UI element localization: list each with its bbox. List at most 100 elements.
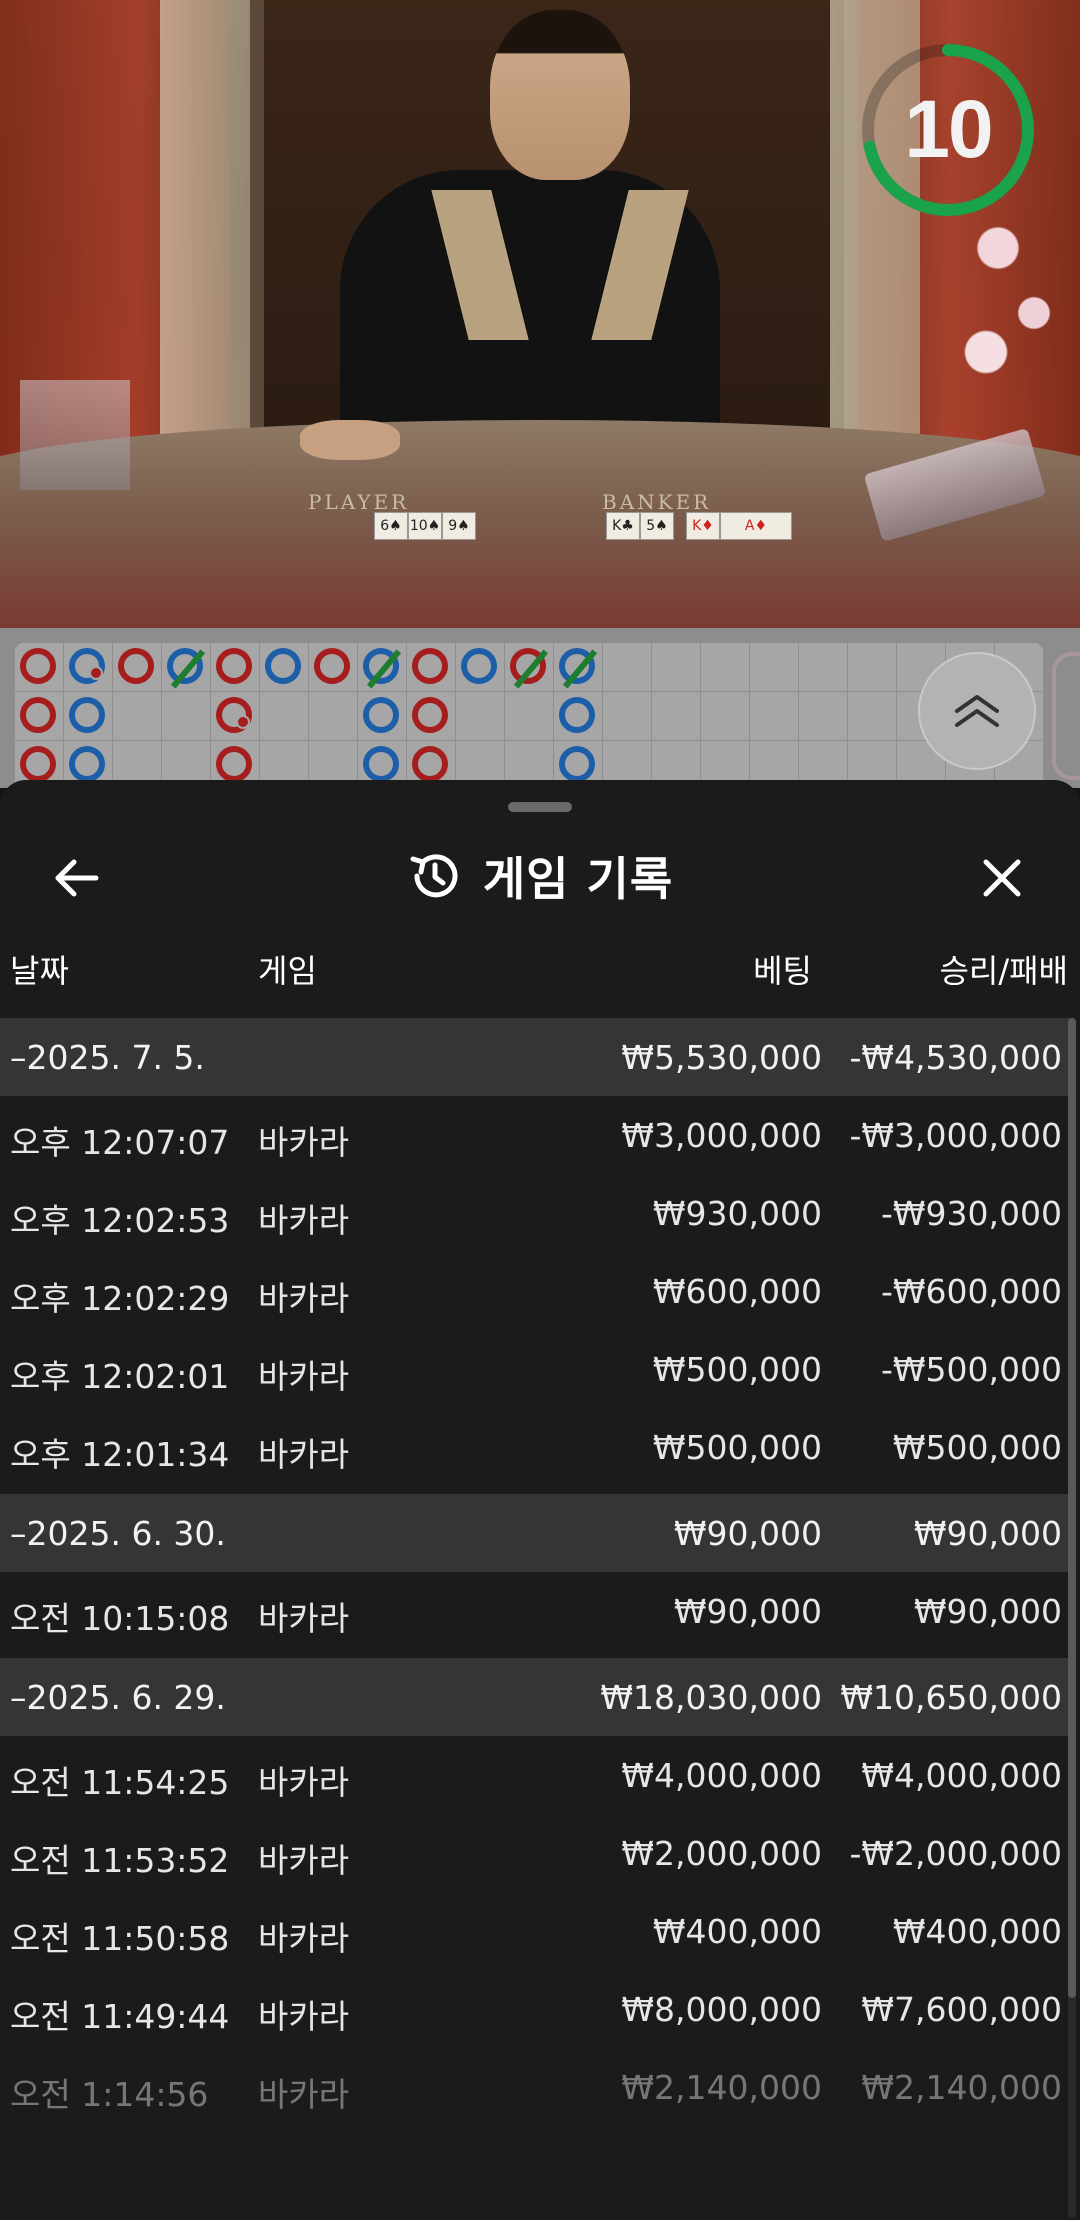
banker-bead [216, 697, 252, 733]
row-result: ₩500,000 [892, 1428, 1062, 1467]
sheet-drag-handle[interactable] [508, 802, 572, 812]
banker-card: K♣ [606, 512, 640, 540]
expand-roadmap-button[interactable] [918, 652, 1036, 770]
banker-bead [216, 746, 252, 782]
banker-card: K♦ [686, 512, 720, 540]
player-bead [559, 648, 598, 689]
row-game: 바카라 [258, 1763, 350, 1802]
row-result: -₩4,530,000 [849, 1038, 1063, 1077]
row-bet: ₩18,030,000 [600, 1678, 822, 1717]
scrollbar-thumb[interactable] [1068, 1018, 1076, 1998]
banker-bead [412, 697, 448, 733]
date-group-row[interactable]: –2025. 6. 30. ₩90,000 ₩90,000 [0, 1494, 1072, 1572]
bead-grid [14, 642, 1044, 792]
row-date: 오후 12:02:29 [10, 1279, 230, 1318]
row-bet: ₩90,000 [673, 1592, 822, 1631]
player-bead [363, 697, 399, 733]
row-spacer [0, 1650, 1072, 1658]
row-bet: ₩90,000 [673, 1514, 822, 1553]
table-row[interactable]: 오전 10:15:08 바카라 ₩90,000 ₩90,000 [0, 1572, 1072, 1650]
banker-bead [20, 648, 56, 684]
row-result: ₩2,140,000 [861, 2068, 1062, 2107]
table-row[interactable]: 오전 1:14:56 바카라 ₩2,140,000 ₩2,140,000 [0, 2048, 1072, 2126]
row-date: 오전 11:50:58 [10, 1919, 230, 1958]
row-game: 바카라 [258, 1357, 350, 1396]
row-game: 바카라 [258, 2075, 350, 2114]
row-result: ₩400,000 [892, 1912, 1062, 1951]
row-bet: ₩400,000 [652, 1912, 822, 1951]
player-bead [167, 648, 206, 689]
row-result: -₩500,000 [880, 1350, 1062, 1389]
row-date: 오전 10:15:08 [10, 1599, 230, 1638]
date-group-row[interactable]: –2025. 7. 5. ₩5,530,000 -₩4,530,000 [0, 1018, 1072, 1096]
column-header-game: 게임 [258, 952, 317, 990]
player-card: 6♠ [374, 512, 408, 540]
close-icon [983, 859, 1021, 897]
row-result: -₩2,000,000 [849, 1834, 1063, 1873]
row-date: 오전 11:49:44 [10, 1997, 230, 2036]
banker-label: BANKER [602, 490, 712, 514]
tie-slash [170, 649, 206, 689]
sheet-header: 게임 기록 [0, 820, 1080, 930]
row-bet: ₩2,000,000 [621, 1834, 822, 1873]
row-date: 오후 12:02:01 [10, 1357, 230, 1396]
table-row[interactable]: 오후 12:02:29 바카라 ₩600,000 -₩600,000 [0, 1252, 1072, 1330]
row-bet: ₩4,000,000 [621, 1756, 822, 1795]
row-date: 오후 12:01:34 [10, 1435, 230, 1474]
column-header-bet: 베팅 [753, 952, 812, 990]
table-row[interactable]: 오후 12:02:53 바카라 ₩930,000 -₩930,000 [0, 1174, 1072, 1252]
discard-tray [20, 380, 130, 490]
table-row[interactable]: 오전 11:49:44 바카라 ₩8,000,000 ₩7,600,000 [0, 1970, 1072, 2048]
player-bead [69, 697, 105, 733]
row-date: 오전 11:53:52 [10, 1841, 230, 1880]
table-row[interactable]: 오전 11:50:58 바카라 ₩400,000 ₩400,000 [0, 1892, 1072, 1970]
table-row[interactable]: 오전 11:54:25 바카라 ₩4,000,000 ₩4,000,000 [0, 1736, 1072, 1814]
sheet-title: 게임 기록 [482, 852, 674, 906]
table-row[interactable]: 오후 12:07:07 바카라 ₩3,000,000 -₩3,000,000 [0, 1096, 1072, 1174]
row-game: 바카라 [258, 1279, 350, 1318]
player-label: PLAYER [308, 490, 410, 514]
row-result: ₩4,000,000 [861, 1756, 1062, 1795]
table-row[interactable]: 오후 12:01:34 바카라 ₩500,000 ₩500,000 [0, 1408, 1072, 1486]
banker-bead [412, 746, 448, 782]
countdown-timer: 10 [858, 40, 1038, 220]
row-game: 바카라 [258, 1919, 350, 1958]
row-game: 바카라 [258, 1997, 350, 2036]
table-header: 날짜 게임 베팅 승리/패배 [0, 940, 1080, 998]
pillar-left [160, 0, 250, 450]
column-header-date: 날짜 [10, 952, 69, 990]
row-game: 바카라 [258, 1435, 350, 1474]
player-bead [69, 648, 105, 684]
banker-bead [20, 697, 56, 733]
player-card: 9♠ [442, 512, 476, 540]
table-row[interactable]: 오후 12:02:01 바카라 ₩500,000 -₩500,000 [0, 1330, 1072, 1408]
banker-card: 5♠ [640, 512, 674, 540]
double-chevron-up-icon [955, 695, 999, 727]
date-group-row[interactable]: –2025. 6. 29. ₩18,030,000 ₩10,650,000 [0, 1658, 1072, 1736]
row-spacer [0, 1486, 1072, 1494]
banker-bead [20, 746, 56, 782]
banker-bead [510, 648, 549, 689]
row-result: ₩90,000 [913, 1592, 1062, 1631]
tie-slash [513, 649, 549, 689]
row-bet: ₩600,000 [652, 1272, 822, 1311]
row-game: 바카라 [258, 1841, 350, 1880]
row-result: ₩10,650,000 [840, 1678, 1062, 1717]
dealer-head [490, 10, 630, 180]
close-button[interactable] [972, 848, 1032, 908]
pair-dot [236, 715, 250, 729]
row-bet: ₩500,000 [652, 1428, 822, 1467]
timer-value: 10 [904, 84, 993, 175]
row-bet: ₩2,140,000 [621, 2068, 822, 2107]
row-date: 오전 11:54:25 [10, 1763, 230, 1802]
table-row[interactable]: 오전 11:53:52 바카라 ₩2,000,000 -₩2,000,000 [0, 1814, 1072, 1892]
side-roadmap-edge [1052, 652, 1080, 780]
banker-bead [412, 648, 448, 684]
tie-slash [562, 649, 598, 689]
player-card: 10♠ [408, 512, 442, 540]
scrollbar[interactable] [1068, 1018, 1076, 2218]
row-game: 바카라 [258, 1201, 350, 1240]
banker-bead [314, 648, 350, 684]
row-date: –2025. 6. 29. [10, 1678, 226, 1717]
game-history-sheet: 게임 기록 날짜 게임 베팅 승리/패배 –2025. 7. 5. ₩5,530,… [0, 780, 1080, 2220]
